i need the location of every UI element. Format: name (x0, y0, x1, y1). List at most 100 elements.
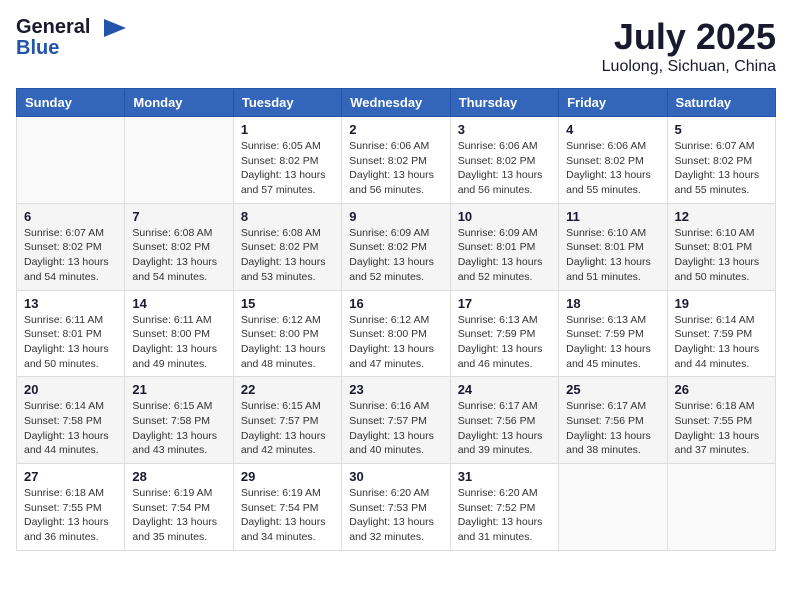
calendar-cell: 7Sunrise: 6:08 AM Sunset: 8:02 PM Daylig… (125, 203, 233, 290)
day-info: Sunrise: 6:07 AM Sunset: 8:02 PM Dayligh… (24, 226, 117, 285)
calendar-cell: 15 Sunrise: 6:12 AM Sunset: 8:00 PM Dayli… (233, 290, 341, 377)
col-header-friday: Friday (559, 89, 667, 117)
calendar-cell: 29 Sunrise: 6:19 AM Sunset: 7:54 PM Dayli… (233, 464, 341, 551)
day-info: Sunrise: 6:15 AM Sunset: 7:57 PM Dayligh… (241, 399, 334, 458)
day-info: Sunrise: 6:13 AM Sunset: 7:59 PM Dayligh… (566, 313, 659, 372)
logo-flag-icon (104, 19, 126, 37)
calendar-week-row: 27 Sunrise: 6:18 AM Sunset: 7:55 PM Dayli… (17, 464, 776, 551)
col-header-wednesday: Wednesday (342, 89, 450, 117)
day-info: Sunrise: 6:10 AM Sunset: 8:01 PM Dayligh… (566, 226, 659, 285)
day-number: 25 (566, 382, 659, 397)
day-info: Sunrise: 6:18 AM Sunset: 7:55 PM Dayligh… (675, 399, 768, 458)
day-number: 23 (349, 382, 442, 397)
calendar-week-row: 20 Sunrise: 6:14 AM Sunset: 7:58 PM Dayli… (17, 377, 776, 464)
day-number: 9 (349, 209, 442, 224)
col-header-sunday: Sunday (17, 89, 125, 117)
day-info: Sunrise: 6:18 AM Sunset: 7:55 PM Dayligh… (24, 486, 117, 545)
day-number: 30 (349, 469, 442, 484)
day-info: Sunrise: 6:06 AM Sunset: 8:02 PM Dayligh… (458, 139, 551, 198)
day-number: 3 (458, 122, 551, 137)
calendar-week-row: 1 Sunrise: 6:05 AM Sunset: 8:02 PM Daylig… (17, 117, 776, 204)
day-number: 14 (132, 296, 225, 311)
calendar-cell: 25Sunrise: 6:17 AM Sunset: 7:56 PM Dayli… (559, 377, 667, 464)
day-number: 11 (566, 209, 659, 224)
day-number: 27 (24, 469, 117, 484)
day-number: 20 (24, 382, 117, 397)
day-info: Sunrise: 6:05 AM Sunset: 8:02 PM Dayligh… (241, 139, 334, 198)
day-number: 15 (241, 296, 334, 311)
calendar-table: SundayMondayTuesdayWednesdayThursdayFrid… (16, 88, 776, 551)
calendar-cell: 10 Sunrise: 6:09 AM Sunset: 8:01 PM Dayli… (450, 203, 558, 290)
day-number: 29 (241, 469, 334, 484)
calendar-cell (125, 117, 233, 204)
logo-general: General (16, 16, 90, 39)
calendar-week-row: 6 Sunrise: 6:07 AM Sunset: 8:02 PM Daylig… (17, 203, 776, 290)
month-title: July 2025 (602, 16, 776, 58)
day-info: Sunrise: 6:09 AM Sunset: 8:01 PM Dayligh… (458, 226, 551, 285)
day-info: Sunrise: 6:17 AM Sunset: 7:56 PM Dayligh… (458, 399, 551, 458)
day-info: Sunrise: 6:15 AM Sunset: 7:58 PM Dayligh… (132, 399, 225, 458)
calendar-cell: 14 Sunrise: 6:11 AM Sunset: 8:00 PM Dayli… (125, 290, 233, 377)
calendar-cell: 23 Sunrise: 6:16 AM Sunset: 7:57 PM Dayli… (342, 377, 450, 464)
day-number: 16 (349, 296, 442, 311)
calendar-cell: 27 Sunrise: 6:18 AM Sunset: 7:55 PM Dayli… (17, 464, 125, 551)
calendar-cell: 30 Sunrise: 6:20 AM Sunset: 7:53 PM Dayli… (342, 464, 450, 551)
day-number: 17 (458, 296, 551, 311)
calendar-cell (667, 464, 775, 551)
col-header-tuesday: Tuesday (233, 89, 341, 117)
day-info: Sunrise: 6:20 AM Sunset: 7:53 PM Dayligh… (349, 486, 442, 545)
day-number: 26 (675, 382, 768, 397)
col-header-saturday: Saturday (667, 89, 775, 117)
calendar-cell: 19 Sunrise: 6:14 AM Sunset: 7:59 PM Dayli… (667, 290, 775, 377)
calendar-cell: 8 Sunrise: 6:08 AM Sunset: 8:02 PM Daylig… (233, 203, 341, 290)
calendar-cell: 31Sunrise: 6:20 AM Sunset: 7:52 PM Dayli… (450, 464, 558, 551)
calendar-cell: 28Sunrise: 6:19 AM Sunset: 7:54 PM Dayli… (125, 464, 233, 551)
calendar-cell: 12 Sunrise: 6:10 AM Sunset: 8:01 PM Dayli… (667, 203, 775, 290)
day-number: 1 (241, 122, 334, 137)
day-info: Sunrise: 6:20 AM Sunset: 7:52 PM Dayligh… (458, 486, 551, 545)
page-header: General Blue July 2025 Luolong, Sichuan,… (16, 16, 776, 76)
day-number: 4 (566, 122, 659, 137)
calendar-cell (559, 464, 667, 551)
day-info: Sunrise: 6:16 AM Sunset: 7:57 PM Dayligh… (349, 399, 442, 458)
calendar-cell: 20 Sunrise: 6:14 AM Sunset: 7:58 PM Dayli… (17, 377, 125, 464)
col-header-thursday: Thursday (450, 89, 558, 117)
calendar-cell: 18Sunrise: 6:13 AM Sunset: 7:59 PM Dayli… (559, 290, 667, 377)
calendar-week-row: 13Sunrise: 6:11 AM Sunset: 8:01 PM Dayli… (17, 290, 776, 377)
location-title: Luolong, Sichuan, China (602, 58, 776, 76)
day-info: Sunrise: 6:07 AM Sunset: 8:02 PM Dayligh… (675, 139, 768, 198)
calendar-header-row: SundayMondayTuesdayWednesdayThursdayFrid… (17, 89, 776, 117)
calendar-cell: 1 Sunrise: 6:05 AM Sunset: 8:02 PM Daylig… (233, 117, 341, 204)
calendar-cell: 5Sunrise: 6:07 AM Sunset: 8:02 PM Daylig… (667, 117, 775, 204)
calendar-cell: 17 Sunrise: 6:13 AM Sunset: 7:59 PM Dayli… (450, 290, 558, 377)
day-number: 7 (132, 209, 225, 224)
day-number: 19 (675, 296, 768, 311)
calendar-cell: 6 Sunrise: 6:07 AM Sunset: 8:02 PM Daylig… (17, 203, 125, 290)
day-number: 12 (675, 209, 768, 224)
day-info: Sunrise: 6:10 AM Sunset: 8:01 PM Dayligh… (675, 226, 768, 285)
title-block: July 2025 Luolong, Sichuan, China (602, 16, 776, 76)
day-info: Sunrise: 6:13 AM Sunset: 7:59 PM Dayligh… (458, 313, 551, 372)
calendar-cell: 26 Sunrise: 6:18 AM Sunset: 7:55 PM Dayli… (667, 377, 775, 464)
calendar-cell: 24 Sunrise: 6:17 AM Sunset: 7:56 PM Dayli… (450, 377, 558, 464)
day-info: Sunrise: 6:11 AM Sunset: 8:00 PM Dayligh… (132, 313, 225, 372)
day-info: Sunrise: 6:12 AM Sunset: 8:00 PM Dayligh… (241, 313, 334, 372)
day-number: 6 (24, 209, 117, 224)
day-info: Sunrise: 6:11 AM Sunset: 8:01 PM Dayligh… (24, 313, 117, 372)
day-info: Sunrise: 6:12 AM Sunset: 8:00 PM Dayligh… (349, 313, 442, 372)
day-info: Sunrise: 6:14 AM Sunset: 7:58 PM Dayligh… (24, 399, 117, 458)
day-info: Sunrise: 6:19 AM Sunset: 7:54 PM Dayligh… (132, 486, 225, 545)
day-number: 2 (349, 122, 442, 137)
day-info: Sunrise: 6:08 AM Sunset: 8:02 PM Dayligh… (241, 226, 334, 285)
day-number: 10 (458, 209, 551, 224)
day-info: Sunrise: 6:09 AM Sunset: 8:02 PM Dayligh… (349, 226, 442, 285)
day-number: 8 (241, 209, 334, 224)
day-number: 24 (458, 382, 551, 397)
day-info: Sunrise: 6:19 AM Sunset: 7:54 PM Dayligh… (241, 486, 334, 545)
col-header-monday: Monday (125, 89, 233, 117)
day-number: 22 (241, 382, 334, 397)
day-number: 21 (132, 382, 225, 397)
day-info: Sunrise: 6:14 AM Sunset: 7:59 PM Dayligh… (675, 313, 768, 372)
calendar-cell: 4Sunrise: 6:06 AM Sunset: 8:02 PM Daylig… (559, 117, 667, 204)
calendar-cell: 11 Sunrise: 6:10 AM Sunset: 8:01 PM Dayli… (559, 203, 667, 290)
